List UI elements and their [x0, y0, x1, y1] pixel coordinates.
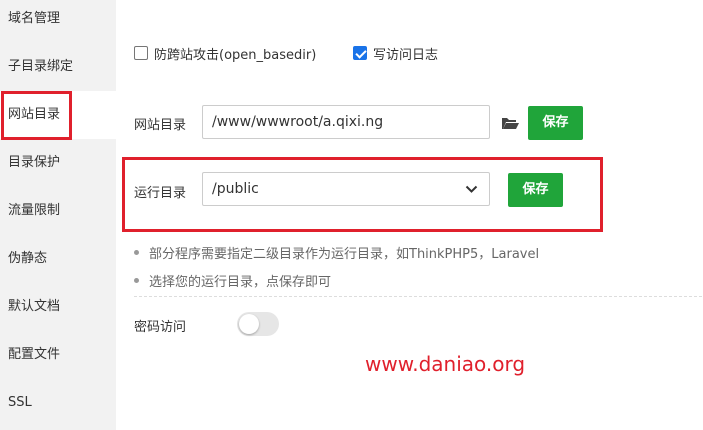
- sidebar-item-domain[interactable]: 域名管理: [0, 0, 116, 43]
- run-dir-save-button[interactable]: 保存: [508, 173, 563, 207]
- run-dir-selected-value: /public: [212, 181, 259, 197]
- bullet-icon: [134, 250, 139, 255]
- note-text: 部分程序需要指定二级目录作为运行目录，如ThinkPHP5，Laravel: [149, 247, 540, 262]
- site-dir-input[interactable]: /www/wwwroot/a.qixi.ng: [202, 105, 490, 139]
- note-text: 选择您的运行目录，点保存即可: [149, 275, 332, 290]
- watermark: www.daniao.org: [365, 352, 526, 376]
- site-dir-save-button[interactable]: 保存: [528, 106, 583, 140]
- note-item: 部分程序需要指定二级目录作为运行目录，如ThinkPHP5，Laravel: [134, 243, 539, 262]
- sidebar-item-config-file[interactable]: 配置文件: [0, 331, 116, 379]
- open-basedir-checkbox[interactable]: [134, 46, 148, 60]
- open-basedir-label: 防跨站攻击(open_basedir): [154, 47, 317, 63]
- open-basedir-option[interactable]: 防跨站攻击(open_basedir): [134, 43, 316, 63]
- access-log-option[interactable]: 写访问日志: [353, 43, 438, 63]
- run-dir-label: 运行目录: [134, 186, 187, 201]
- access-log-checkbox[interactable]: [353, 46, 367, 60]
- password-access-toggle[interactable]: [237, 312, 279, 336]
- sidebar-item-default-doc[interactable]: 默认文档: [0, 283, 116, 331]
- sidebar-item-ssl[interactable]: SSL: [0, 379, 116, 427]
- password-access-label: 密码访问: [134, 320, 187, 335]
- chevron-down-icon: [465, 185, 478, 193]
- note-item: 选择您的运行目录，点保存即可: [134, 271, 331, 290]
- sidebar-item-site-dir[interactable]: 网站目录: [0, 91, 116, 139]
- sidebar: 域名管理 子目录绑定 网站目录 目录保护 流量限制 伪静态 默认文档 配置文件 …: [0, 0, 116, 430]
- site-dir-label: 网站目录: [134, 118, 187, 133]
- bullet-icon: [134, 278, 139, 283]
- sidebar-item-rewrite[interactable]: 伪静态: [0, 235, 116, 283]
- toggle-knob: [239, 314, 259, 334]
- sidebar-item-traffic-limit[interactable]: 流量限制: [0, 187, 116, 235]
- run-dir-select[interactable]: /public: [202, 172, 490, 206]
- divider: [134, 296, 702, 297]
- sidebar-item-dir-protect[interactable]: 目录保护: [0, 139, 116, 187]
- access-log-label: 写访问日志: [373, 47, 439, 63]
- folder-open-icon[interactable]: [501, 116, 519, 130]
- sidebar-item-subdir-binding[interactable]: 子目录绑定: [0, 43, 116, 91]
